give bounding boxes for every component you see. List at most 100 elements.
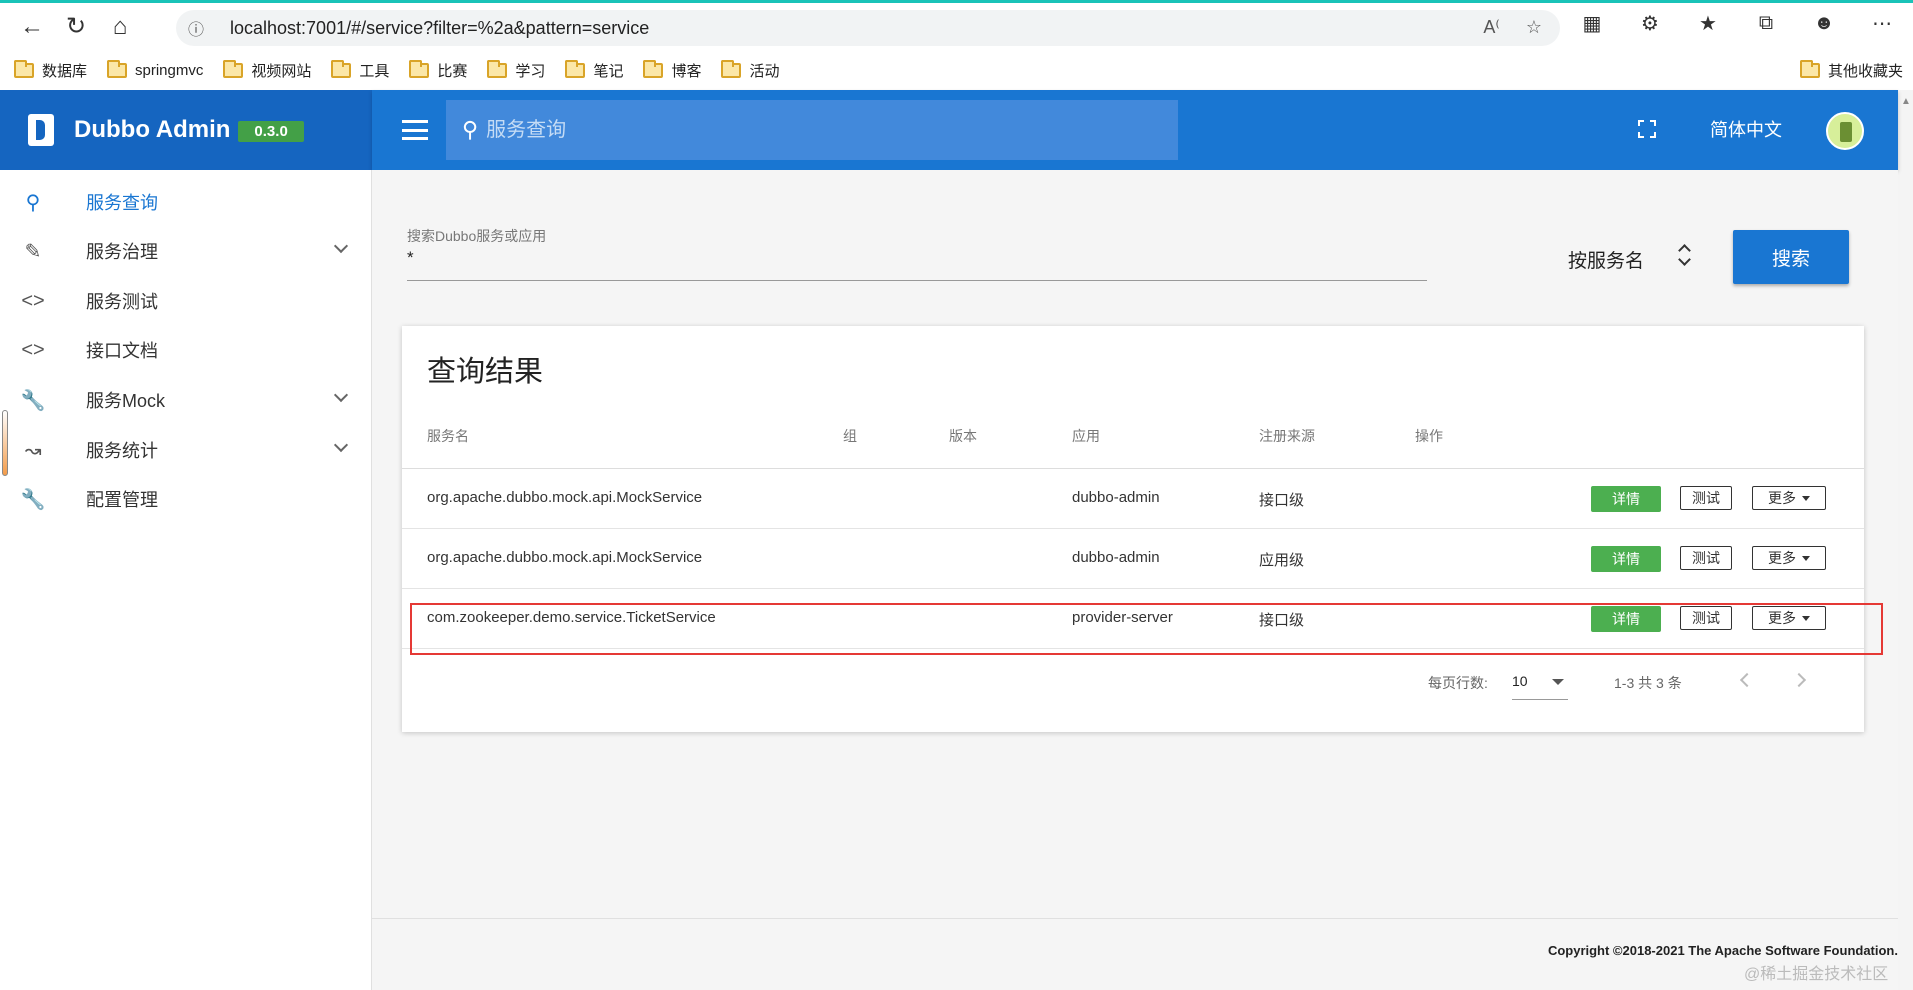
info-icon[interactable]: ⓘ xyxy=(176,16,216,40)
scroll-up-icon[interactable]: ▲ xyxy=(1901,96,1911,107)
version-badge: 0.3.0 xyxy=(238,120,304,142)
global-search-input[interactable] xyxy=(486,118,1087,142)
service-name: com.zookeeper.demo.service.TicketService xyxy=(427,609,716,626)
bookmarks-bar: 数据库 springmvc 视频网站 工具 比赛 学习 笔记 博客 活动 其他收… xyxy=(0,50,1913,90)
bookmark-item[interactable]: 学习 xyxy=(487,59,545,81)
folder-icon xyxy=(1799,60,1820,78)
language-switch[interactable]: 简体中文 xyxy=(1710,116,1782,142)
app-name: dubbo-admin xyxy=(1072,549,1160,566)
menu-icon[interactable] xyxy=(402,120,428,140)
detail-button[interactable]: 详情 xyxy=(1591,546,1661,572)
search-field-underline xyxy=(407,280,1427,281)
folder-icon xyxy=(409,59,430,78)
sidebar-item-label: 服务测试 xyxy=(86,292,158,312)
chevron-left-icon[interactable] xyxy=(1739,672,1755,688)
bookmark-item[interactable]: 比赛 xyxy=(409,59,467,81)
sidebar-item-label: 服务治理 xyxy=(86,242,158,262)
column-header[interactable]: 应用 xyxy=(1072,426,1100,446)
caret-down-icon[interactable] xyxy=(1552,679,1564,685)
sidebar-item-config[interactable]: 🔧 配置管理 xyxy=(0,469,372,529)
more-button[interactable]: 更多 xyxy=(1752,486,1826,510)
more-label: 更多 xyxy=(1768,490,1796,506)
favorites-icon[interactable]: ★ xyxy=(1693,11,1723,36)
favorite-add-icon[interactable]: ☆ xyxy=(1526,17,1542,38)
rows-per-page-select[interactable]: 10 xyxy=(1512,673,1528,689)
chevron-down-icon xyxy=(333,238,349,254)
results-title: 查询结果 xyxy=(427,356,544,388)
home-icon[interactable]: ⌂ xyxy=(98,7,142,47)
resize-handle[interactable] xyxy=(2,410,8,476)
test-button[interactable]: 测试 xyxy=(1680,546,1732,570)
avatar[interactable] xyxy=(1826,112,1864,150)
wrench-icon: 🔧 xyxy=(20,488,46,511)
detail-button[interactable]: 详情 xyxy=(1591,606,1661,632)
bookmark-item[interactable]: 笔记 xyxy=(565,59,623,81)
column-header: 操作 xyxy=(1415,428,1443,444)
folder-icon xyxy=(14,59,34,78)
sidebar-item-label: 服务Mock xyxy=(86,391,166,411)
sidebar-item-label: 服务查询 xyxy=(86,193,158,213)
service-name: org.apache.dubbo.mock.api.MockService xyxy=(427,549,703,566)
column-header[interactable]: 注册来源 xyxy=(1259,426,1315,446)
main-content: 搜索Dubbo服务或应用 * 按服务名 搜索 查询结果 服务名 组 版本 应用 … xyxy=(372,170,1898,990)
bookmark-item[interactable]: 活动 xyxy=(721,59,779,81)
test-button[interactable]: 测试 xyxy=(1680,606,1732,630)
tabs-icon[interactable]: ⧉ xyxy=(1751,12,1781,35)
more-menu-icon[interactable]: ⋯ xyxy=(1867,11,1897,36)
page-scrollbar[interactable]: ▲ xyxy=(1898,90,1913,990)
sidebar-item-label: 配置管理 xyxy=(86,490,158,510)
caret-down-icon xyxy=(1802,495,1810,501)
refresh-icon[interactable]: ↻ xyxy=(54,7,98,47)
more-button[interactable]: 更多 xyxy=(1752,546,1826,570)
brand-header: Dubbo Admin 0.3.0 xyxy=(0,90,372,170)
column-header[interactable]: 组 xyxy=(843,426,857,446)
search-mode-select[interactable]: 按服务名 xyxy=(1568,246,1644,273)
app-name: dubbo-admin xyxy=(1072,489,1160,506)
folder-icon xyxy=(643,59,664,78)
global-search[interactable]: ⚲ xyxy=(446,100,1178,160)
test-button[interactable]: 测试 xyxy=(1680,486,1732,510)
top-toolbar: ⚲ 简体中文 xyxy=(372,90,1898,170)
more-button[interactable]: 更多 xyxy=(1752,606,1826,630)
column-header[interactable]: 版本 xyxy=(949,426,977,446)
registry-source: 接口级 xyxy=(1259,492,1305,509)
url-text[interactable]: localhost:7001/#/service?filter=%2a&patt… xyxy=(230,18,649,39)
bookmark-item[interactable]: 博客 xyxy=(643,59,701,81)
back-icon[interactable]: ← xyxy=(10,7,54,47)
chevron-right-icon[interactable] xyxy=(1791,672,1807,688)
sidebar-item-label: 接口文档 xyxy=(86,341,158,361)
footer: Copyright ©2018-2021 The Apache Software… xyxy=(372,918,1898,990)
folder-icon xyxy=(721,59,742,78)
table-row: org.apache.dubbo.mock.api.MockService du… xyxy=(402,529,1864,589)
dubbo-logo-icon xyxy=(28,114,54,146)
select-underline xyxy=(1512,699,1568,700)
results-card: 查询结果 服务名 组 版本 应用 注册来源 操作 org.apache.dubb… xyxy=(402,326,1864,732)
brand-title: Dubbo Admin xyxy=(74,116,231,143)
app-name: provider-server xyxy=(1072,609,1173,626)
unfold-icon[interactable] xyxy=(1678,240,1692,268)
browser-toolbar: ← ↻ ⌂ ⓘ localhost:7001/#/service?filter=… xyxy=(0,0,1913,50)
collections-icon[interactable]: ▦ xyxy=(1577,11,1607,36)
extensions-icon[interactable]: ⚙ xyxy=(1635,11,1665,36)
chevron-down-icon xyxy=(333,437,349,453)
fullscreen-icon[interactable] xyxy=(1638,120,1656,138)
sidebar: ⚲ 服务查询 ✎ 服务治理 <> 服务测试 <> 接口文档 🔧 服务Mock ↝… xyxy=(0,170,372,990)
more-label: 更多 xyxy=(1768,550,1796,566)
bookmark-item[interactable]: 数据库 xyxy=(14,59,87,81)
bookmark-item[interactable]: 视频网站 xyxy=(223,59,311,81)
search-button[interactable]: 搜索 xyxy=(1733,230,1849,284)
other-bookmarks[interactable]: 其他收藏夹 xyxy=(1799,60,1903,81)
column-header[interactable]: 服务名 xyxy=(427,426,469,446)
read-aloud-icon[interactable]: A⁽ xyxy=(1483,17,1499,38)
detail-button[interactable]: 详情 xyxy=(1591,486,1661,512)
bookmark-item[interactable]: 工具 xyxy=(331,59,389,81)
address-bar[interactable]: ⓘ localhost:7001/#/service?filter=%2a&pa… xyxy=(176,10,1560,46)
search-field[interactable]: * xyxy=(407,248,414,268)
more-label: 更多 xyxy=(1768,610,1796,626)
bookmark-item[interactable]: springmvc xyxy=(107,59,203,79)
search-field-label: 搜索Dubbo服务或应用 xyxy=(407,228,547,244)
copyright-text: Copyright ©2018-2021 The Apache Software… xyxy=(1547,943,1898,958)
pencil-icon: ✎ xyxy=(24,240,42,263)
profile-icon[interactable]: ☻ xyxy=(1809,12,1839,35)
folder-icon xyxy=(331,59,352,78)
